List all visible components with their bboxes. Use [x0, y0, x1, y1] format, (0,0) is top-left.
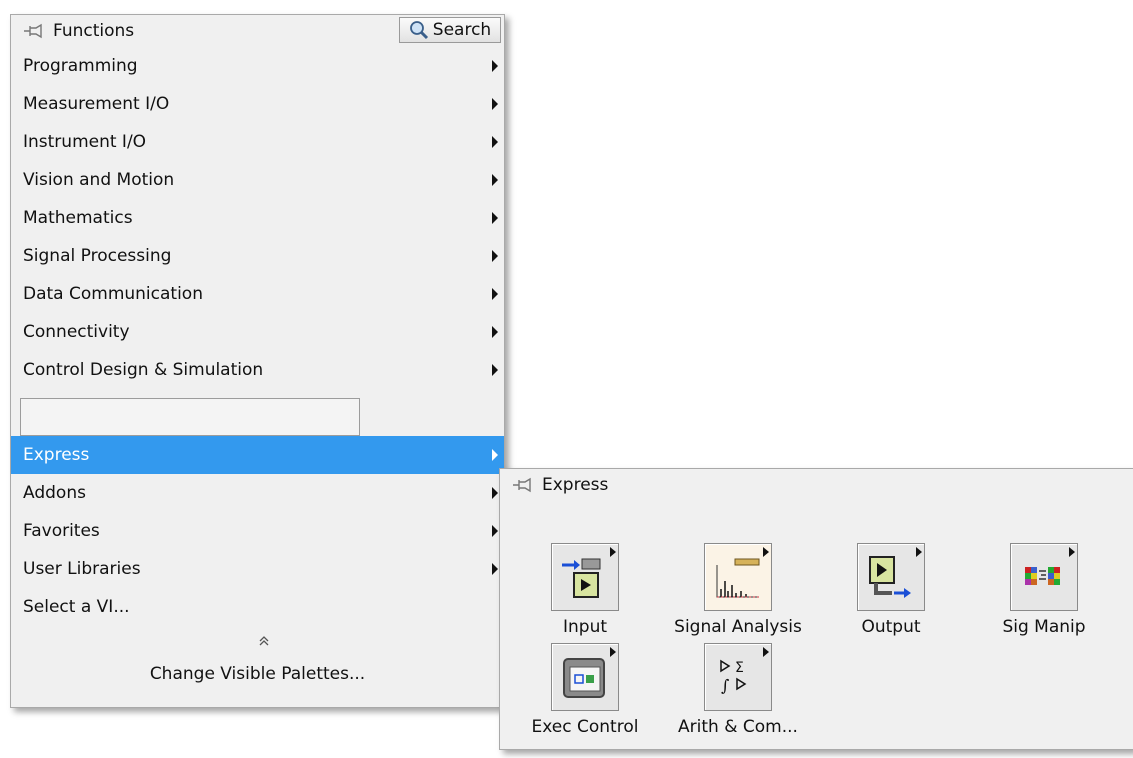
- collapse-button[interactable]: [11, 626, 504, 656]
- tile-label: Output: [861, 617, 921, 637]
- menu-item-select-a-vi[interactable]: Select a VI...: [11, 588, 504, 626]
- tile-label: Arith & Com...: [678, 717, 798, 737]
- tile-exec-control[interactable]: Exec Control: [510, 643, 660, 737]
- express-palette-header: Express: [500, 469, 1133, 501]
- double-chevron-up-icon: [259, 636, 268, 646]
- submenu-corner-icon: [610, 647, 616, 657]
- menu-item-instrument-io[interactable]: Instrument I/O: [11, 123, 504, 161]
- empty-palette-field[interactable]: [20, 398, 360, 436]
- menu-item-label: Addons: [23, 483, 86, 503]
- output-icon: [857, 543, 925, 611]
- menu-item-favorites[interactable]: Favorites: [11, 512, 504, 550]
- menu-item-vision-and-motion[interactable]: Vision and Motion: [11, 161, 504, 199]
- tile-label: Input: [562, 617, 608, 637]
- submenu-arrow-icon: [492, 250, 498, 262]
- arith-compare-icon: Σ ∫: [704, 643, 772, 711]
- functions-menu: Programming Measurement I/O Instrument I…: [11, 47, 504, 692]
- submenu-arrow-icon: [492, 60, 498, 72]
- submenu-arrow-icon: [492, 525, 498, 537]
- submenu-arrow-icon: [492, 364, 498, 376]
- tile-label: Signal Analysis: [674, 617, 802, 637]
- functions-palette-header: Functions Search: [11, 15, 504, 47]
- tile-sig-manip[interactable]: Sig Manip: [969, 543, 1119, 637]
- menu-item-label: Favorites: [23, 521, 100, 541]
- magnifier-icon: [409, 21, 428, 40]
- tile-output[interactable]: Output: [816, 543, 966, 637]
- menu-item-label: Mathematics: [23, 208, 133, 228]
- menu-item-signal-processing[interactable]: Signal Processing: [11, 237, 504, 275]
- menu-item-label: Control Design & Simulation: [23, 360, 264, 380]
- menu-item-label: User Libraries: [23, 559, 141, 579]
- search-button[interactable]: Search: [399, 17, 501, 43]
- menu-item-label: Programming: [23, 56, 138, 76]
- menu-item-programming[interactable]: Programming: [11, 47, 504, 85]
- menu-item-label: Measurement I/O: [23, 94, 170, 114]
- menu-item-express[interactable]: Express: [11, 436, 504, 474]
- submenu-corner-icon: [1069, 547, 1075, 557]
- menu-item-measurement-io[interactable]: Measurement I/O: [11, 85, 504, 123]
- exec-control-icon: [551, 643, 619, 711]
- sig-manip-icon: [1010, 543, 1078, 611]
- tile-signal-analysis[interactable]: Signal Analysis: [663, 543, 813, 637]
- input-icon: [551, 543, 619, 611]
- menu-item-mathematics[interactable]: Mathematics: [11, 199, 504, 237]
- menu-item-control-design-simulation[interactable]: Control Design & Simulation: [11, 351, 504, 389]
- tile-label: Exec Control: [531, 717, 639, 737]
- menu-item-label: Connectivity: [23, 322, 130, 342]
- svg-text:∫: ∫: [721, 676, 729, 695]
- express-palette-title: Express: [542, 475, 609, 495]
- svg-text:Σ: Σ: [735, 660, 744, 676]
- menu-item-label: Instrument I/O: [23, 132, 147, 152]
- submenu-arrow-icon: [492, 212, 498, 224]
- submenu-arrow-icon: [492, 174, 498, 186]
- menu-item-label: Select a VI...: [23, 597, 130, 617]
- menu-item-user-libraries[interactable]: User Libraries: [11, 550, 504, 588]
- menu-item-label: Vision and Motion: [23, 170, 175, 190]
- pin-icon[interactable]: [512, 476, 534, 494]
- submenu-corner-icon: [763, 647, 769, 657]
- menu-item-label: Data Communication: [23, 284, 203, 304]
- submenu-arrow-icon: [492, 449, 498, 461]
- search-label: Search: [432, 20, 492, 40]
- menu-item-connectivity[interactable]: Connectivity: [11, 313, 504, 351]
- submenu-corner-icon: [916, 547, 922, 557]
- tile-input[interactable]: Input: [510, 543, 660, 637]
- change-visible-palettes-button[interactable]: Change Visible Palettes...: [11, 656, 504, 692]
- submenu-arrow-icon: [492, 326, 498, 338]
- functions-palette-title: Functions: [53, 21, 135, 41]
- pin-icon[interactable]: [23, 22, 45, 40]
- menu-item-data-communication[interactable]: Data Communication: [11, 275, 504, 313]
- submenu-arrow-icon: [492, 98, 498, 110]
- tile-label: Sig Manip: [1002, 617, 1086, 637]
- signal-analysis-icon: [704, 543, 772, 611]
- submenu-corner-icon: [763, 547, 769, 557]
- menu-item-addons[interactable]: Addons: [11, 474, 504, 512]
- submenu-arrow-icon: [492, 487, 498, 499]
- tile-arith-compare[interactable]: Σ ∫ Arith & Com...: [663, 643, 813, 737]
- functions-palette: Functions Search Programming Measurement…: [10, 14, 505, 708]
- submenu-arrow-icon: [492, 288, 498, 300]
- submenu-arrow-icon: [492, 136, 498, 148]
- menu-item-label: Signal Processing: [23, 246, 172, 266]
- submenu-arrow-icon: [492, 563, 498, 575]
- express-palette: Express Input Signal Analysis Output Sig…: [499, 468, 1133, 750]
- submenu-corner-icon: [610, 547, 616, 557]
- menu-item-label: Express: [23, 445, 90, 465]
